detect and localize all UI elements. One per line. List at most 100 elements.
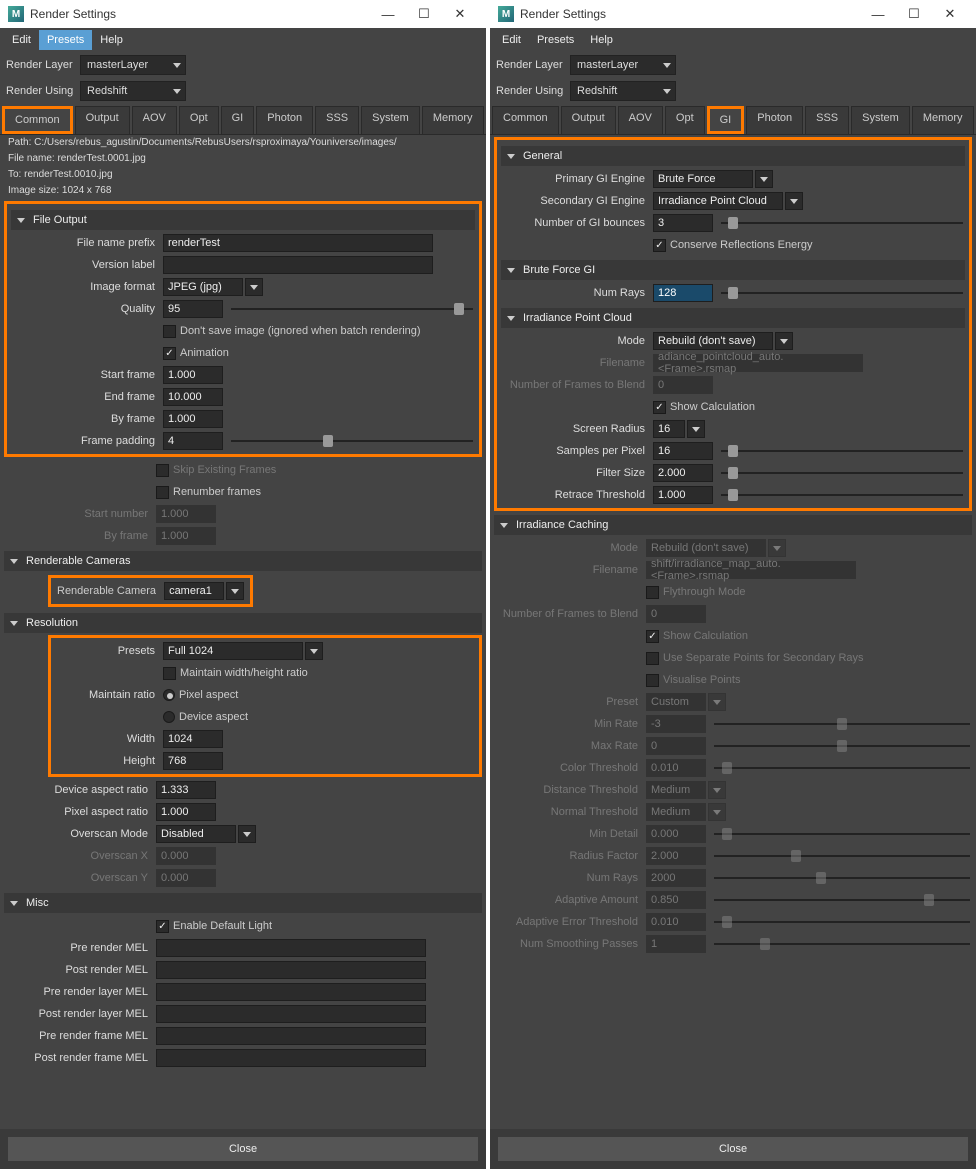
filter-size-slider[interactable] [721, 465, 963, 481]
primary-gi-dropdown[interactable]: Brute Force [653, 170, 753, 188]
animation-checkbox[interactable] [163, 347, 176, 360]
bf-num-rays-input[interactable]: 128 [653, 284, 713, 302]
minimize-icon[interactable]: — [370, 0, 406, 28]
secondary-gi-dropdown[interactable]: Irradiance Point Cloud [653, 192, 783, 210]
pre-render-layer-mel-input[interactable] [156, 983, 426, 1001]
end-frame-input[interactable]: 10.000 [163, 388, 223, 406]
section-file-output[interactable]: File Output [11, 210, 475, 230]
tab-common[interactable]: Common [492, 106, 559, 134]
overscan-mode-dropdown[interactable]: Disabled [156, 825, 236, 843]
enable-default-light-checkbox[interactable] [156, 920, 169, 933]
filename-prefix-input[interactable]: renderTest [163, 234, 433, 252]
close-icon[interactable]: ✕ [442, 0, 478, 28]
retrace-threshold-slider[interactable] [721, 487, 963, 503]
pixel-aspect-ratio-input[interactable]: 1.000 [156, 803, 216, 821]
section-ipc[interactable]: Irradiance Point Cloud [501, 308, 965, 328]
tab-common[interactable]: Common [2, 106, 73, 134]
version-label-input[interactable] [163, 256, 433, 274]
post-render-mel-input[interactable] [156, 961, 426, 979]
frame-padding-slider[interactable] [231, 433, 473, 449]
screen-radius-arrow-icon[interactable] [687, 420, 705, 438]
menu-help[interactable]: Help [582, 30, 621, 50]
tab-aov[interactable]: AOV [618, 106, 663, 134]
maintain-ratio-checkbox[interactable] [163, 667, 176, 680]
section-renderable-cameras[interactable]: Renderable Cameras [4, 551, 482, 571]
render-layer-dropdown[interactable]: masterLayer [570, 55, 676, 75]
num-bounces-input[interactable]: 3 [653, 214, 713, 232]
section-general[interactable]: General [501, 146, 965, 166]
num-bounces-slider[interactable] [721, 215, 963, 231]
menu-presets[interactable]: Presets [39, 30, 92, 50]
render-layer-dropdown[interactable]: masterLayer [80, 55, 186, 75]
menu-edit[interactable]: Edit [494, 30, 529, 50]
start-frame-input[interactable]: 1.000 [163, 366, 223, 384]
dont-save-checkbox[interactable] [163, 325, 176, 338]
camera-arrow-icon[interactable] [226, 582, 244, 600]
menu-presets[interactable]: Presets [529, 30, 582, 50]
retrace-threshold-input[interactable]: 1.000 [653, 486, 713, 504]
post-render-frame-mel-input[interactable] [156, 1049, 426, 1067]
menu-help[interactable]: Help [92, 30, 131, 50]
tab-system[interactable]: System [851, 106, 910, 134]
height-input[interactable]: 768 [163, 752, 223, 770]
tab-photon[interactable]: Photon [746, 106, 803, 134]
tab-output[interactable]: Output [75, 106, 130, 134]
minimize-icon[interactable]: — [860, 0, 896, 28]
renumber-checkbox[interactable] [156, 486, 169, 499]
section-ic[interactable]: Irradiance Caching [494, 515, 972, 535]
section-resolution[interactable]: Resolution [4, 613, 482, 633]
presets-arrow-icon[interactable] [305, 642, 323, 660]
section-misc[interactable]: Misc [4, 893, 482, 913]
titlebar[interactable]: M Render Settings — ☐ ✕ [490, 0, 976, 28]
secondary-gi-arrow-icon[interactable] [785, 192, 803, 210]
tab-system[interactable]: System [361, 106, 420, 134]
width-input[interactable]: 1024 [163, 730, 223, 748]
device-aspect-ratio-input[interactable]: 1.333 [156, 781, 216, 799]
maximize-icon[interactable]: ☐ [406, 0, 442, 28]
tab-sss[interactable]: SSS [805, 106, 849, 134]
conserve-checkbox[interactable] [653, 239, 666, 252]
quality-slider[interactable] [231, 301, 473, 317]
tab-gi[interactable]: GI [221, 106, 255, 134]
render-using-dropdown[interactable]: Redshift [570, 81, 676, 101]
overscan-arrow-icon[interactable] [238, 825, 256, 843]
tab-photon[interactable]: Photon [256, 106, 313, 134]
section-brute-force[interactable]: Brute Force GI [501, 260, 965, 280]
pre-render-mel-input[interactable] [156, 939, 426, 957]
bf-num-rays-slider[interactable] [721, 285, 963, 301]
close-icon[interactable]: ✕ [932, 0, 968, 28]
tab-opt[interactable]: Opt [179, 106, 219, 134]
tab-opt[interactable]: Opt [665, 106, 705, 134]
post-render-layer-mel-input[interactable] [156, 1005, 426, 1023]
presets-dropdown[interactable]: Full 1024 [163, 642, 303, 660]
close-button[interactable]: Close [8, 1137, 478, 1161]
maximize-icon[interactable]: ☐ [896, 0, 932, 28]
by-frame-input[interactable]: 1.000 [163, 410, 223, 428]
primary-gi-arrow-icon[interactable] [755, 170, 773, 188]
close-button[interactable]: Close [498, 1137, 968, 1161]
filter-size-input[interactable]: 2.000 [653, 464, 713, 482]
frame-padding-input[interactable]: 4 [163, 432, 223, 450]
tab-sss[interactable]: SSS [315, 106, 359, 134]
pixel-aspect-radio[interactable] [163, 689, 175, 701]
tab-output[interactable]: Output [561, 106, 616, 134]
device-aspect-radio[interactable] [163, 711, 175, 723]
titlebar[interactable]: M Render Settings — ☐ ✕ [0, 0, 486, 28]
tab-aov[interactable]: AOV [132, 106, 177, 134]
pre-render-frame-mel-input[interactable] [156, 1027, 426, 1045]
ipc-show-calc-checkbox[interactable] [653, 401, 666, 414]
samples-per-pixel-input[interactable]: 16 [653, 442, 713, 460]
render-using-dropdown[interactable]: Redshift [80, 81, 186, 101]
tab-gi[interactable]: GI [707, 106, 745, 134]
image-format-arrow-icon[interactable] [245, 278, 263, 296]
tab-memory[interactable]: Memory [422, 106, 484, 134]
tab-memory[interactable]: Memory [912, 106, 974, 134]
screen-radius-dropdown[interactable]: 16 [653, 420, 685, 438]
samples-per-pixel-slider[interactable] [721, 443, 963, 459]
menu-edit[interactable]: Edit [4, 30, 39, 50]
ipc-mode-dropdown[interactable]: Rebuild (don't save) [653, 332, 773, 350]
quality-input[interactable]: 95 [163, 300, 223, 318]
renderable-camera-dropdown[interactable]: camera1 [164, 582, 224, 600]
image-format-dropdown[interactable]: JPEG (jpg) [163, 278, 243, 296]
ipc-mode-arrow-icon[interactable] [775, 332, 793, 350]
